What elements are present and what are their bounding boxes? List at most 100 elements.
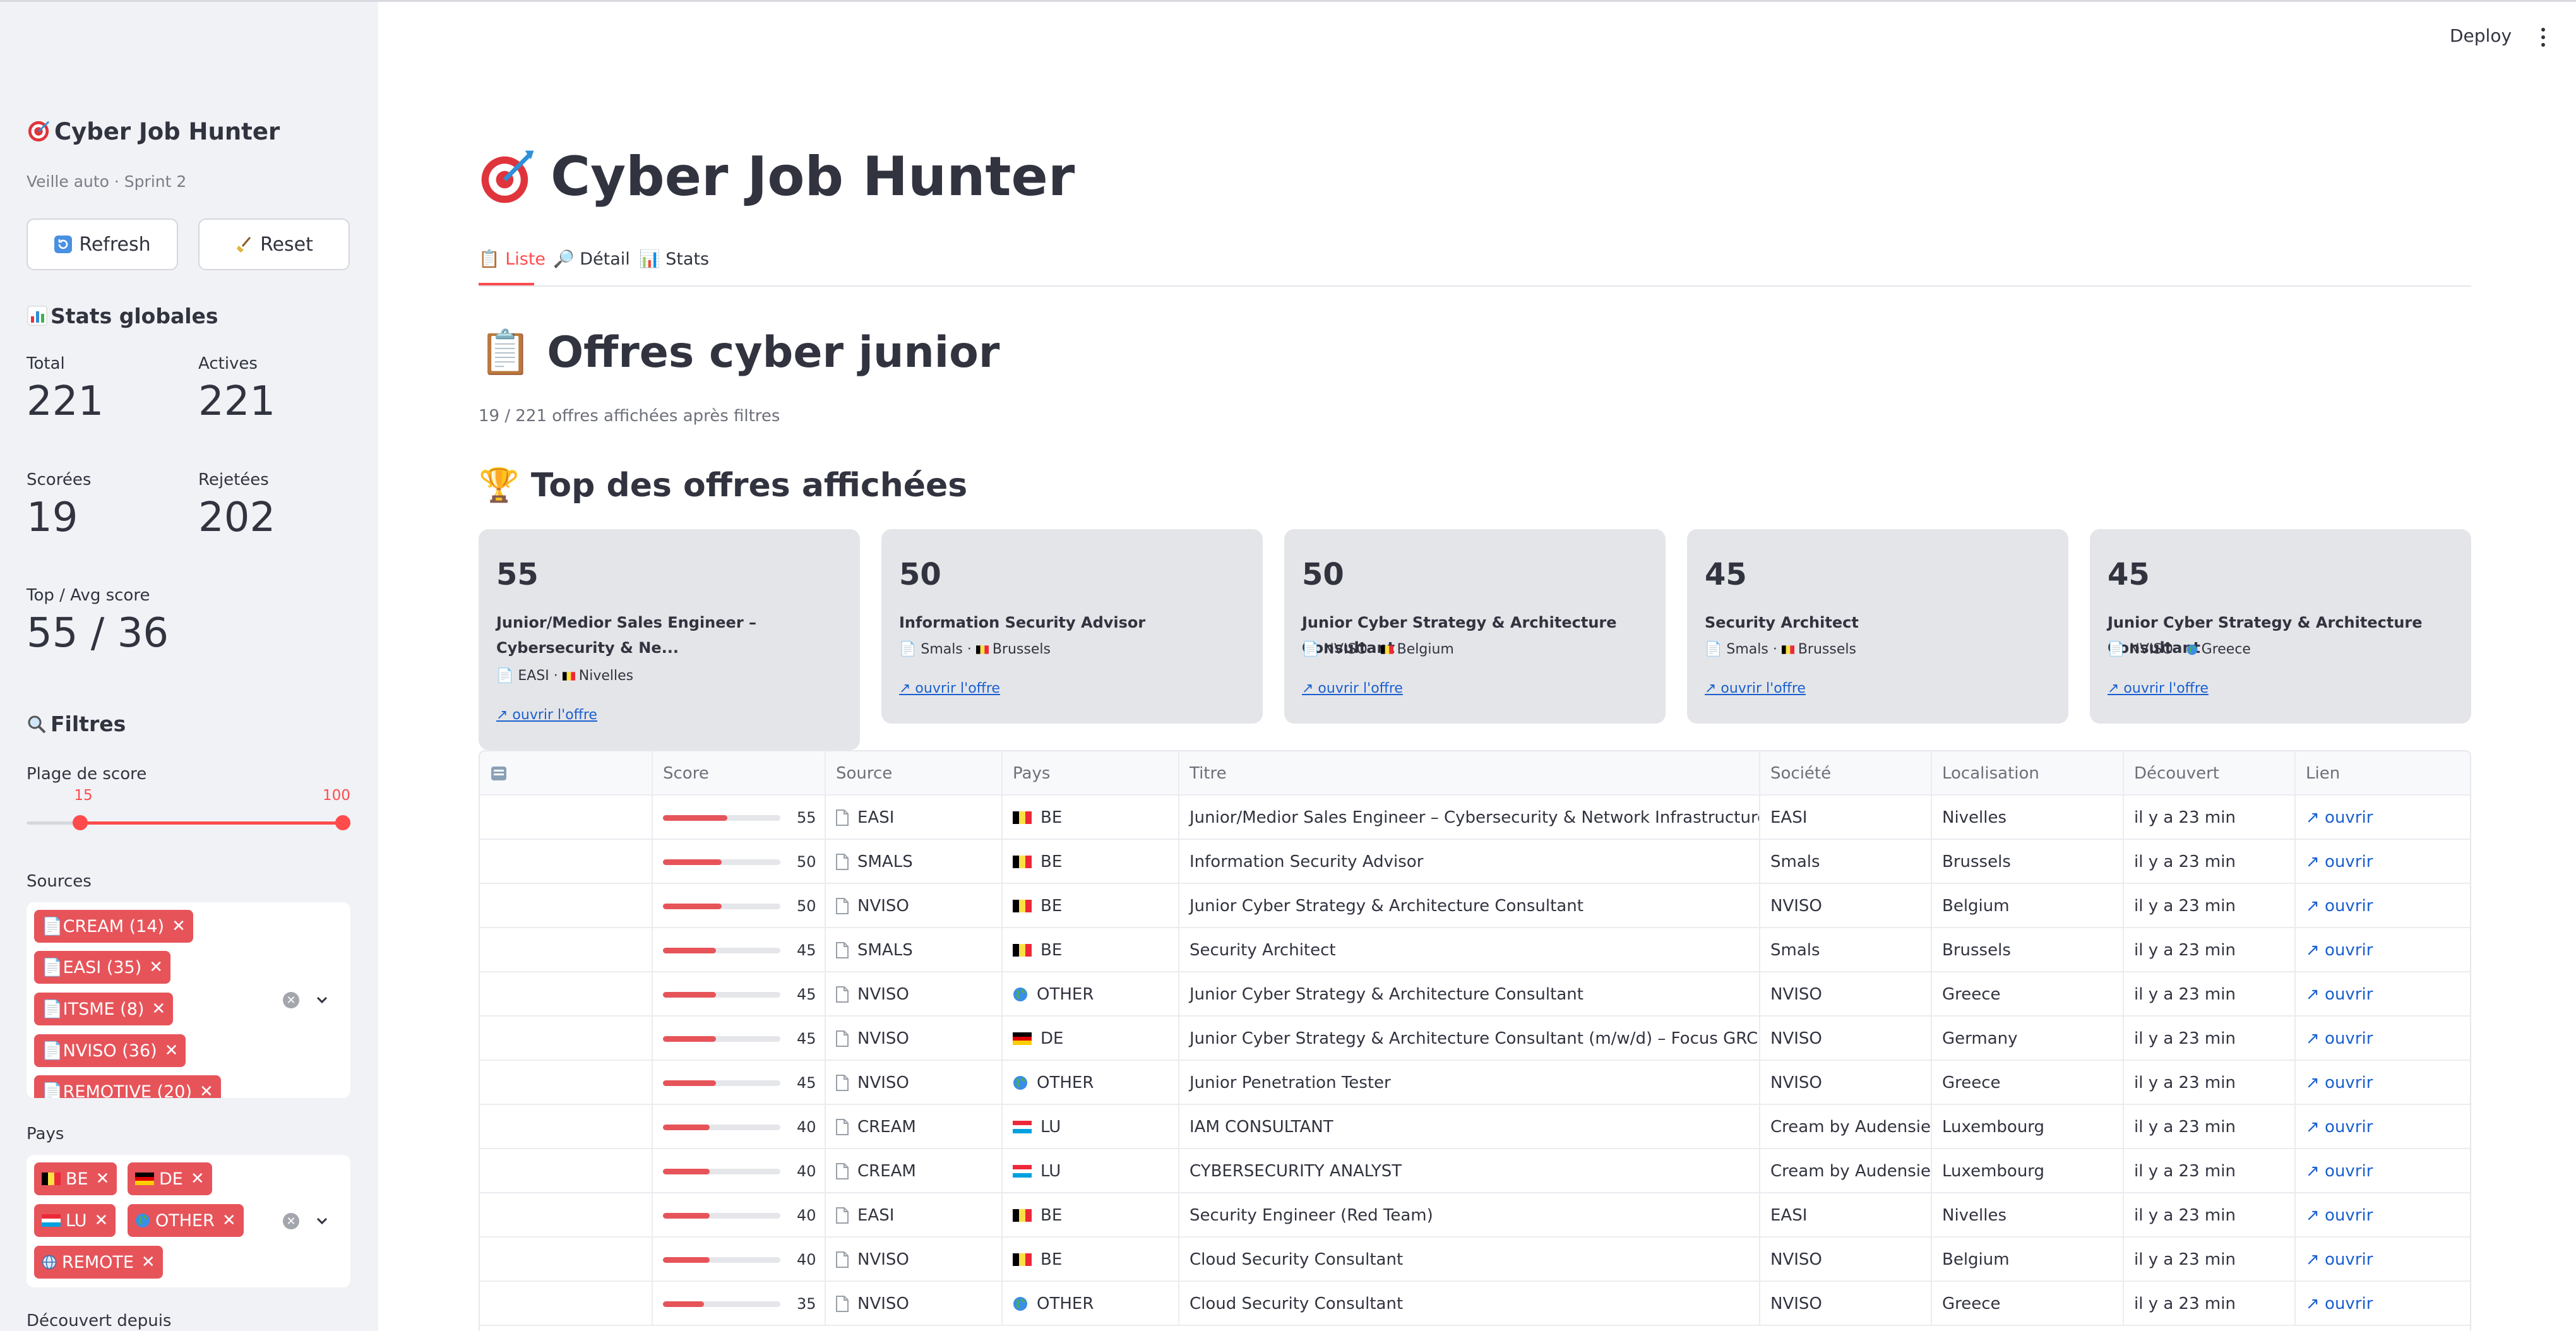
table-row[interactable]: 45 SMALS BE Security Architect Smals Bru… bbox=[480, 928, 2470, 972]
table-row[interactable]: 55 EASI BE Junior/Medior Sales Engineer … bbox=[480, 796, 2470, 840]
refresh-button[interactable]: Refresh bbox=[27, 218, 178, 270]
score-cell: 40 bbox=[653, 1238, 826, 1282]
open-offer-link[interactable]: ↗ ouvrir bbox=[2296, 840, 2470, 884]
open-offer-link[interactable]: ↗ ouvrir bbox=[2296, 1193, 2470, 1238]
open-offer-link[interactable]: ↗ ouvrir bbox=[2296, 1061, 2470, 1105]
card-score: 55 bbox=[496, 557, 539, 592]
open-offer-link[interactable]: ↗ ouvrir bbox=[2296, 1238, 2470, 1282]
clear-sources-icon[interactable]: ✕ bbox=[283, 992, 299, 1008]
card-source: Smals bbox=[1726, 642, 1768, 657]
open-offer-link[interactable]: ↗ ouvrir bbox=[2296, 1149, 2470, 1193]
row-index-cell[interactable] bbox=[480, 972, 653, 1017]
remove-tag-icon[interactable]: ✕ bbox=[96, 1169, 110, 1188]
tab-detail[interactable]: 🔎 Détail bbox=[553, 249, 630, 269]
col-header-score[interactable]: Score bbox=[653, 751, 826, 796]
col-header-decouvert[interactable]: Découvert bbox=[2124, 751, 2296, 796]
open-offer-link[interactable]: ↗ ouvrir bbox=[2296, 884, 2470, 928]
table-row[interactable]: 40 NVISO BE Cloud Security Consultant NV… bbox=[480, 1238, 2470, 1282]
card-open-link[interactable]: ↗ ouvrir l'offre bbox=[1302, 681, 1403, 696]
col-header-lien[interactable]: Lien bbox=[2296, 751, 2470, 796]
metric-scorees-label: Scorées bbox=[27, 470, 92, 489]
row-index-cell[interactable] bbox=[480, 1238, 653, 1282]
row-index-cell[interactable] bbox=[480, 1282, 653, 1326]
source-tag[interactable]: 📄 ITSME (8) ✕ bbox=[34, 993, 174, 1025]
reset-button[interactable]: Reset bbox=[198, 218, 350, 270]
sources-multiselect[interactable]: 📄 CREAM (14) ✕ 📄 EASI (35) ✕ 📄 ITSME (8) ✕ 📄 NV… bbox=[27, 902, 350, 1098]
pays-multiselect[interactable]: BE ✕ DE ✕ LU ✕ OTHER ✕ REMOTE ✕ ✕ bbox=[27, 1155, 350, 1287]
remove-tag-icon[interactable]: ✕ bbox=[165, 1041, 179, 1060]
row-index-cell[interactable] bbox=[480, 1105, 653, 1149]
row-selector-header[interactable] bbox=[480, 751, 653, 796]
pays-tag[interactable]: DE ✕ bbox=[128, 1162, 212, 1195]
remove-tag-icon[interactable]: ✕ bbox=[152, 1000, 165, 1018]
col-header-societe[interactable]: Société bbox=[1760, 751, 1932, 796]
table-row[interactable]: 45 NVISO OTHER Junior Penetration Tester… bbox=[480, 1061, 2470, 1105]
col-header-source[interactable]: Source bbox=[826, 751, 1003, 796]
tab-liste[interactable]: 📋 Liste bbox=[479, 249, 546, 269]
clear-pays-icon[interactable]: ✕ bbox=[283, 1213, 299, 1229]
remove-tag-icon[interactable]: ✕ bbox=[191, 1169, 205, 1188]
kebab-menu-icon[interactable] bbox=[2541, 28, 2546, 47]
row-index-cell[interactable] bbox=[480, 928, 653, 972]
chevron-down-icon[interactable] bbox=[313, 1212, 331, 1230]
table-row[interactable]: 50 SMALS BE Information Security Advisor… bbox=[480, 840, 2470, 884]
chevron-down-icon[interactable] bbox=[313, 991, 331, 1009]
tab-stats[interactable]: 📊 Stats bbox=[639, 249, 709, 269]
col-header-localisation[interactable]: Localisation bbox=[1932, 751, 2124, 796]
open-offer-link[interactable]: ↗ ouvrir bbox=[2296, 1105, 2470, 1149]
table-row[interactable]: 40 CREAM LU CYBERSECURITY ANALYST Cream … bbox=[480, 1149, 2470, 1193]
remove-tag-icon[interactable]: ✕ bbox=[94, 1211, 108, 1230]
row-index-cell[interactable] bbox=[480, 840, 653, 884]
table-row[interactable]: 45 NVISO OTHER Junior Cyber Strategy & A… bbox=[480, 972, 2470, 1017]
score-cell: 55 bbox=[653, 796, 826, 840]
table-row[interactable]: 45 NVISO DE Junior Cyber Strategy & Arch… bbox=[480, 1017, 2470, 1061]
table-row[interactable]: 35 NVISO OTHER Cloud Security Consultant… bbox=[480, 1282, 2470, 1326]
societe-cell: EASI bbox=[1760, 1193, 1932, 1238]
open-offer-link[interactable]: ↗ ouvrir bbox=[2296, 1017, 2470, 1061]
card-open-link[interactable]: ↗ ouvrir l'offre bbox=[1705, 681, 1806, 696]
col-header-titre[interactable]: Titre bbox=[1179, 751, 1760, 796]
card-open-link[interactable]: ↗ ouvrir l'offre bbox=[899, 681, 1000, 696]
card-open-link[interactable]: ↗ ouvrir l'offre bbox=[2108, 681, 2209, 696]
remove-tag-icon[interactable]: ✕ bbox=[172, 917, 186, 936]
table-row[interactable]: 50 NVISO BE Junior Cyber Strategy & Arch… bbox=[480, 884, 2470, 928]
row-index-cell[interactable] bbox=[480, 1017, 653, 1061]
open-offer-link[interactable]: ↗ ouvrir bbox=[2296, 972, 2470, 1017]
target-icon bbox=[28, 121, 50, 142]
slider-thumb-max[interactable] bbox=[335, 815, 350, 830]
slider-thumb-min[interactable] bbox=[73, 815, 88, 830]
source-tag[interactable]: 📄 REMOTIVE (20) ✕ bbox=[34, 1075, 221, 1098]
row-index-cell[interactable] bbox=[480, 1061, 653, 1105]
row-index-cell[interactable] bbox=[480, 1193, 653, 1238]
table-row[interactable]: 40 EASI BE Security Engineer (Red Team) … bbox=[480, 1193, 2470, 1238]
localisation-cell: Greece bbox=[1932, 1061, 2124, 1105]
score-value: 45 bbox=[797, 1074, 816, 1092]
titre-cell: Security Engineer (Red Team) bbox=[1179, 1193, 1760, 1238]
row-index-cell[interactable] bbox=[480, 796, 653, 840]
pays-tag[interactable]: LU ✕ bbox=[34, 1204, 116, 1237]
source-tag[interactable]: 📄 CREAM (14) ✕ bbox=[34, 910, 193, 943]
pays-tag[interactable]: OTHER ✕ bbox=[128, 1204, 244, 1237]
remove-tag-icon[interactable]: ✕ bbox=[149, 958, 163, 977]
row-index-cell[interactable] bbox=[480, 1149, 653, 1193]
open-offer-link[interactable]: ↗ ouvrir bbox=[2296, 928, 2470, 972]
pays-tag[interactable]: BE ✕ bbox=[34, 1162, 117, 1195]
column-menu-icon[interactable] bbox=[490, 765, 508, 782]
source-tag[interactable]: 📄 NVISO (36) ✕ bbox=[34, 1034, 186, 1067]
open-offer-link[interactable]: ↗ ouvrir bbox=[2296, 1282, 2470, 1326]
score-cell: 40 bbox=[653, 1105, 826, 1149]
source-tag[interactable]: 📄 EASI (35) ✕ bbox=[34, 951, 171, 984]
remove-tag-icon[interactable]: ✕ bbox=[141, 1253, 155, 1272]
deploy-button[interactable]: Deploy bbox=[2450, 25, 2512, 46]
societe-cell: Smals bbox=[1760, 928, 1932, 972]
table-row[interactable]: 40 CREAM LU IAM CONSULTANT Cream by Aude… bbox=[480, 1105, 2470, 1149]
card-open-link[interactable]: ↗ ouvrir l'offre bbox=[496, 707, 597, 723]
open-offer-link[interactable]: ↗ ouvrir bbox=[2296, 796, 2470, 840]
remove-tag-icon[interactable]: ✕ bbox=[222, 1211, 236, 1230]
pays-tag[interactable]: REMOTE ✕ bbox=[34, 1246, 163, 1279]
row-index-cell[interactable] bbox=[480, 884, 653, 928]
score-bar bbox=[663, 1301, 780, 1307]
remove-tag-icon[interactable]: ✕ bbox=[200, 1082, 213, 1098]
col-header-pays[interactable]: Pays bbox=[1003, 751, 1179, 796]
score-range-slider[interactable]: 15 100 bbox=[27, 787, 350, 830]
